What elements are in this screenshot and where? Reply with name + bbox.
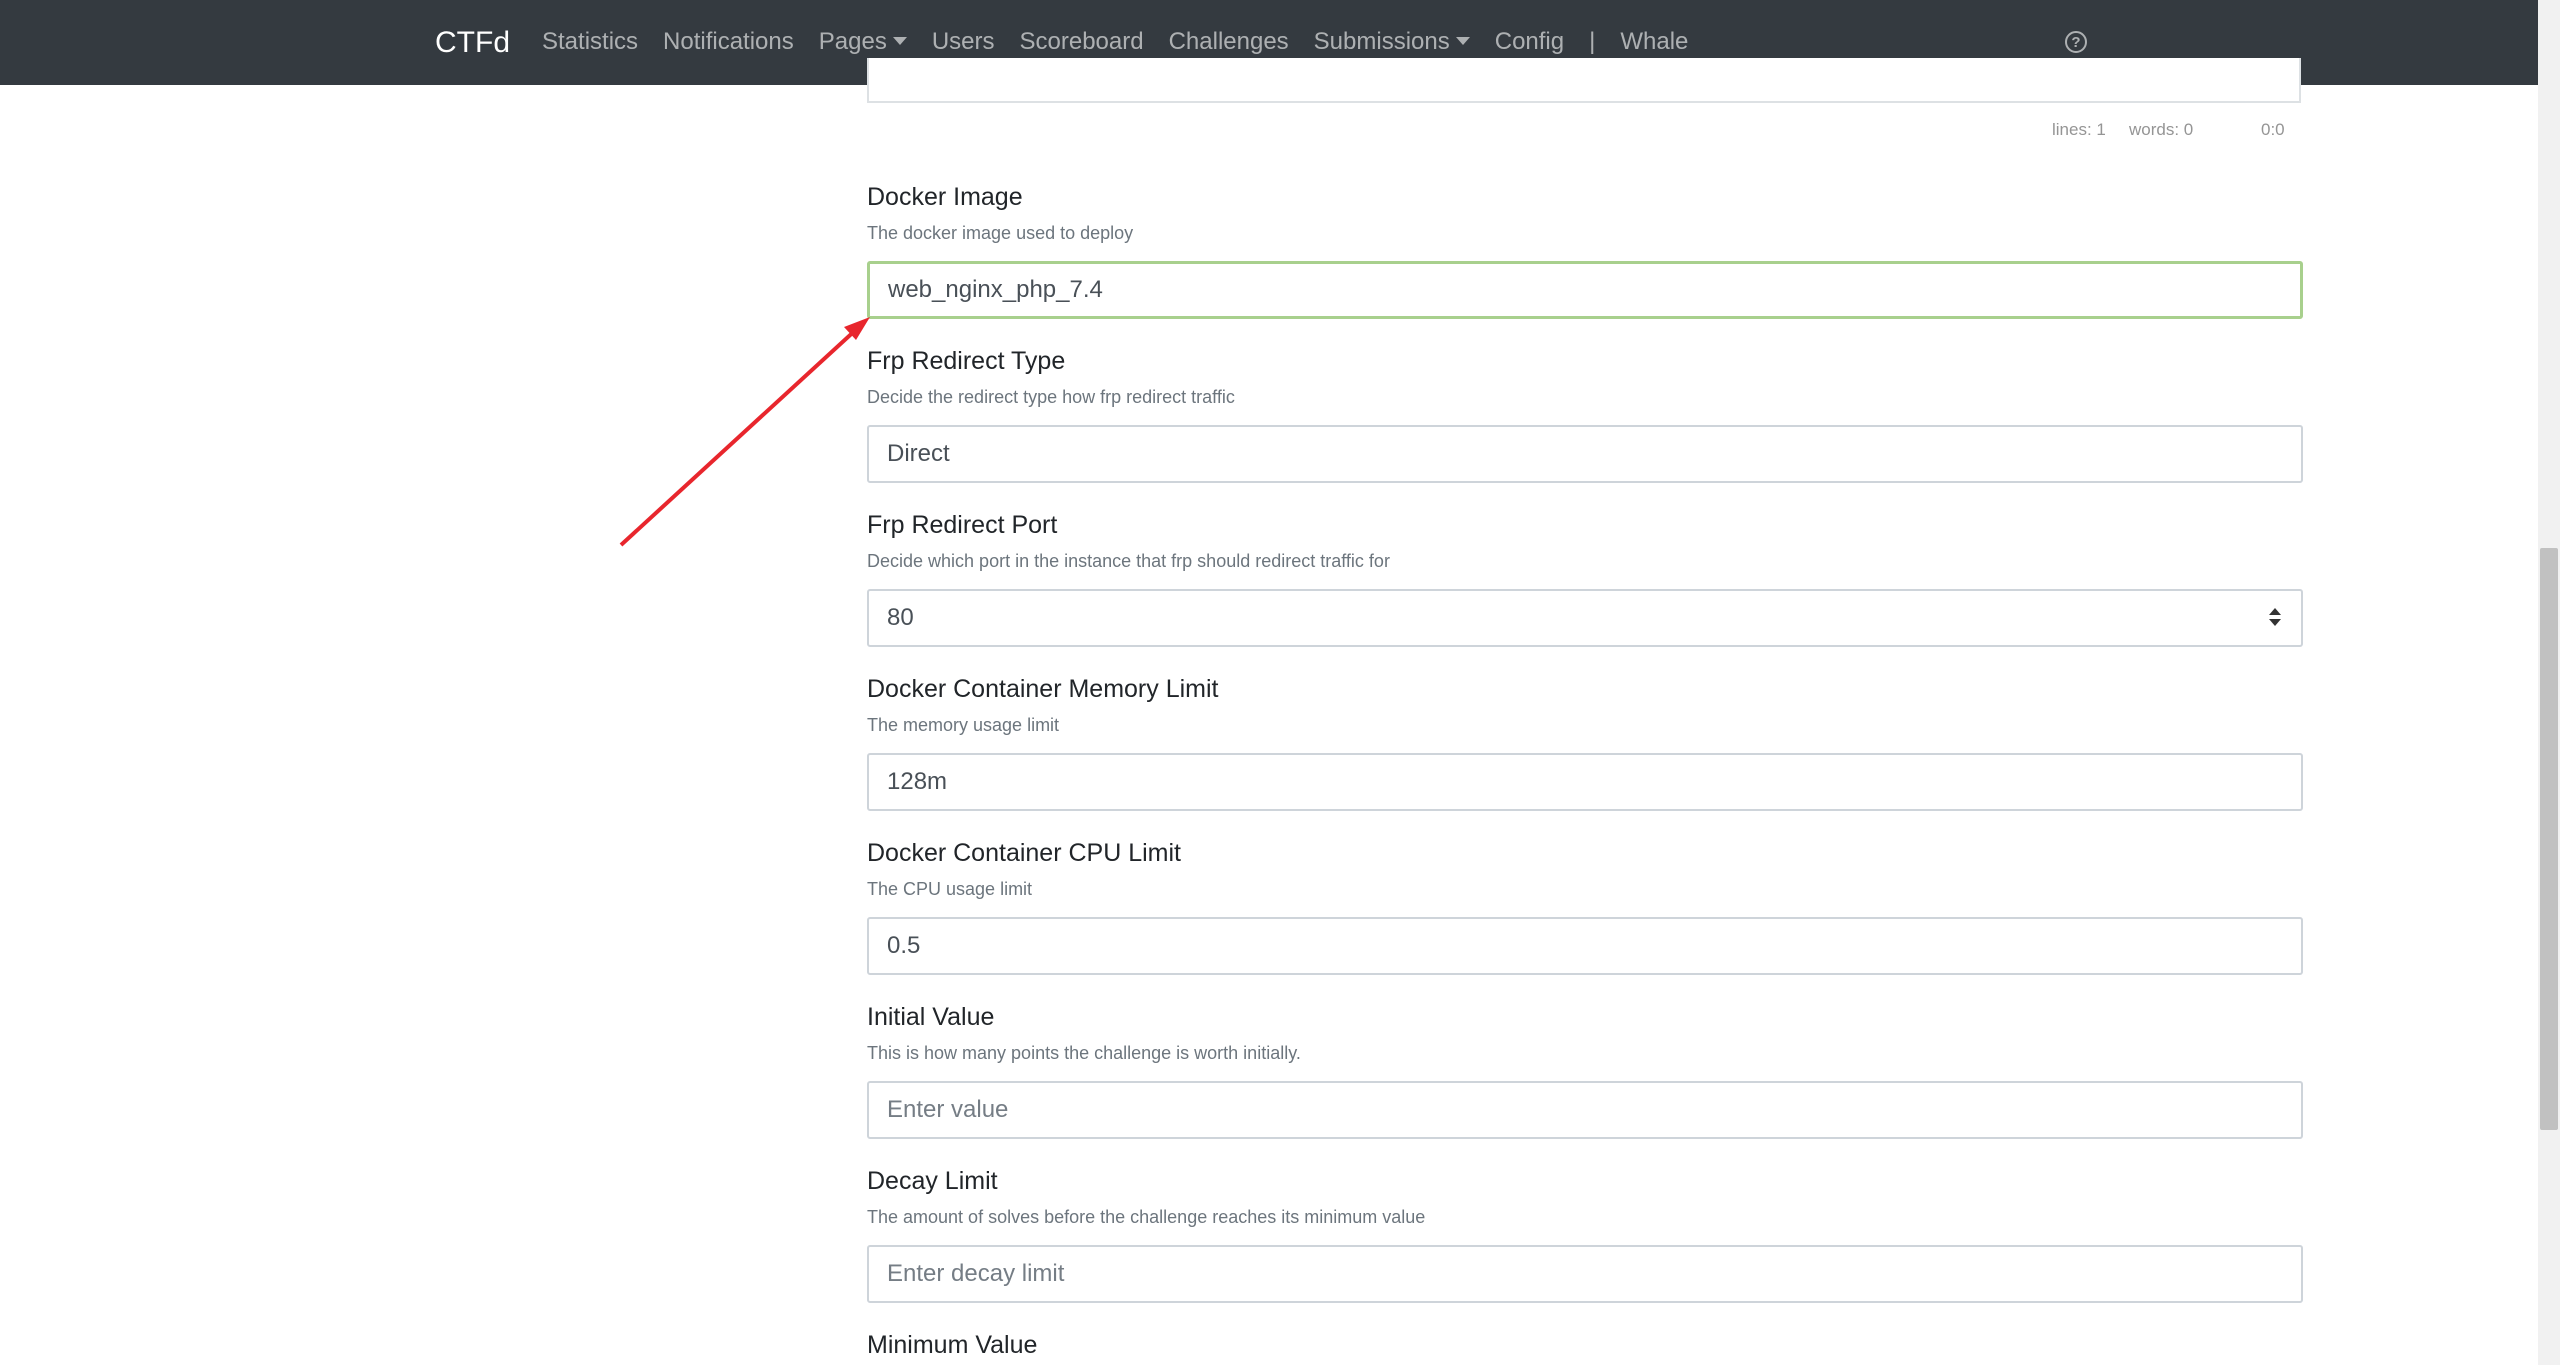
frp-redirect-type-value: Direct [887, 440, 950, 467]
nav-item-scoreboard[interactable]: Scoreboard [1020, 28, 1144, 56]
memory-limit-input[interactable]: 128m [867, 753, 2303, 811]
nav-item-challenges[interactable]: Challenges [1169, 28, 1289, 56]
cpu-limit-group: Docker Container CPU Limit The CPU usage… [867, 838, 2303, 975]
nav-item-users[interactable]: Users [932, 28, 995, 56]
frp-redirect-type-input[interactable]: Direct [867, 425, 2303, 483]
frp-redirect-type-group: Frp Redirect Type Decide the redirect ty… [867, 346, 2303, 483]
nav-item-submissions-label: Submissions [1313, 28, 1450, 55]
description-editor[interactable] [867, 58, 2301, 103]
docker-image-label: Docker Image [867, 183, 1023, 211]
docker-image-help: The docker image used to deploy [867, 223, 1134, 243]
spin-down-icon[interactable] [2269, 619, 2281, 626]
initial-value-help: This is how many points the challenge is… [867, 1043, 1301, 1063]
docker-image-input[interactable]: web_nginx_php_7.4 [867, 261, 2303, 319]
initial-value-input[interactable]: Enter value [867, 1081, 2303, 1139]
brand-logo[interactable]: CTFd [435, 26, 510, 60]
nav-item-notifications[interactable]: Notifications [663, 28, 794, 56]
cpu-limit-help: The CPU usage limit [867, 879, 1033, 899]
decay-limit-placeholder: Enter decay limit [887, 1260, 1065, 1287]
frp-redirect-type-help: Decide the redirect type how frp redirec… [867, 387, 1235, 407]
cpu-limit-input[interactable]: 0.5 [867, 917, 2303, 975]
number-spinner-icon[interactable] [2269, 608, 2283, 632]
decay-limit-label: Decay Limit [867, 1167, 998, 1195]
cpu-limit-label: Docker Container CPU Limit [867, 839, 1181, 867]
nav-item-submissions[interactable]: Submissions [1314, 28, 1470, 56]
cpu-limit-value: 0.5 [887, 932, 921, 959]
initial-value-placeholder: Enter value [887, 1096, 1009, 1123]
frp-redirect-port-label: Frp Redirect Port [867, 511, 1058, 539]
frp-redirect-type-label: Frp Redirect Type [867, 347, 1066, 375]
frp-redirect-port-value: 80 [887, 604, 914, 631]
docker-image-value: web_nginx_php_7.4 [888, 276, 1103, 303]
nav-item-whale[interactable]: Whale [1620, 28, 1688, 56]
frp-redirect-port-input[interactable]: 80 [867, 589, 2303, 647]
annotation-arrow-line [619, 324, 862, 547]
nav-item-config[interactable]: Config [1495, 28, 1564, 56]
editor-status-cursor: 0:0 [2261, 120, 2285, 139]
scrollbar-thumb[interactable] [2540, 548, 2558, 1130]
memory-limit-group: Docker Container Memory Limit The memory… [867, 674, 2303, 811]
editor-status-lines: lines: 1 [2052, 120, 2106, 139]
nav-item-pages[interactable]: Pages [819, 28, 907, 56]
initial-value-label: Initial Value [867, 1003, 995, 1031]
nav-item-pages-label: Pages [818, 28, 887, 55]
frp-redirect-port-group: Frp Redirect Port Decide which port in t… [867, 510, 2303, 647]
caret-down-icon [1455, 37, 1470, 45]
caret-down-icon [892, 37, 907, 45]
memory-limit-label: Docker Container Memory Limit [867, 675, 1219, 703]
memory-limit-value: 128m [887, 768, 948, 795]
minimum-value-group: Minimum Value [867, 1330, 2303, 1360]
decay-limit-input[interactable]: Enter decay limit [867, 1245, 2303, 1303]
question-circle-icon[interactable]: ? [2065, 31, 2087, 53]
memory-limit-help: The memory usage limit [867, 715, 1060, 735]
nav-menu: Statistics Notifications Pages Users Sco… [542, 28, 1713, 56]
nav-item-statistics[interactable]: Statistics [542, 28, 638, 56]
initial-value-group: Initial Value This is how many points th… [867, 1002, 2303, 1139]
annotation-arrow-head [844, 317, 870, 340]
docker-image-group: Docker Image The docker image used to de… [867, 182, 2303, 319]
decay-limit-help: The amount of solves before the challeng… [867, 1207, 1426, 1227]
nav-separator: | [1589, 28, 1596, 55]
spin-up-icon[interactable] [2269, 608, 2281, 615]
frp-redirect-port-help: Decide which port in the instance that f… [867, 551, 1390, 571]
decay-limit-group: Decay Limit The amount of solves before … [867, 1166, 2303, 1303]
editor-status-words: words: 0 [2129, 120, 2194, 139]
minimum-value-label: Minimum Value [867, 1331, 1038, 1359]
